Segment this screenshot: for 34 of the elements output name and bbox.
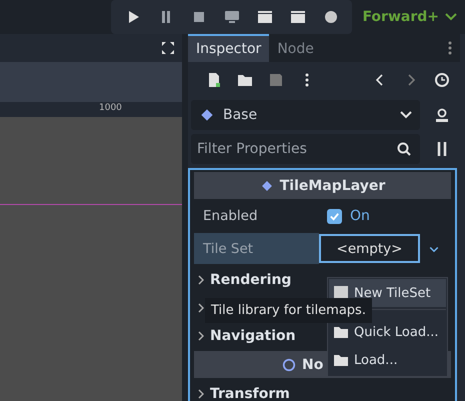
chevron-right-icon xyxy=(198,274,204,284)
property-label: Tile Set xyxy=(194,233,319,264)
resource-picker[interactable]: <empty> xyxy=(319,234,420,263)
history-icon[interactable] xyxy=(434,72,450,88)
section-title: TileMapLayer xyxy=(280,178,386,194)
filter-field[interactable]: Filter Properties xyxy=(191,134,420,164)
chevron-right-icon xyxy=(198,330,204,340)
doc-search-icon[interactable] xyxy=(434,107,450,123)
clapperboard-icon[interactable] xyxy=(256,9,273,25)
search-icon xyxy=(396,141,412,157)
chevron-down-icon xyxy=(445,13,457,21)
section-title: No xyxy=(302,356,324,372)
property-label: Enabled xyxy=(202,207,259,226)
menu-item[interactable]: Load... xyxy=(329,346,446,374)
section-group[interactable]: Transform xyxy=(194,381,451,401)
renderer-dropdown[interactable]: Forward+ xyxy=(362,9,457,25)
folder-icon xyxy=(333,352,349,368)
folder-icon[interactable] xyxy=(236,72,252,88)
monitor-play-icon[interactable] xyxy=(224,9,240,25)
chevron-right-icon[interactable] xyxy=(198,302,204,312)
chevron-down-icon xyxy=(400,111,412,119)
checkbox-label: On xyxy=(350,208,370,224)
dock-tab[interactable]: Node xyxy=(269,34,322,62)
save-icon[interactable] xyxy=(268,72,284,88)
circle-icon xyxy=(282,358,296,372)
fullscreen-icon[interactable] xyxy=(160,40,176,56)
class-dropdown[interactable]: Base xyxy=(191,100,420,130)
chevron-right-icon xyxy=(198,388,204,398)
ruler-label: 1000 xyxy=(99,103,122,113)
clapperboard-icon[interactable] xyxy=(290,9,306,25)
tooltip: Tile library for tilemaps. xyxy=(205,298,372,323)
dock-tab[interactable]: Inspector xyxy=(188,34,270,62)
checkbox[interactable] xyxy=(327,208,342,224)
checkmark-icon xyxy=(329,210,340,222)
